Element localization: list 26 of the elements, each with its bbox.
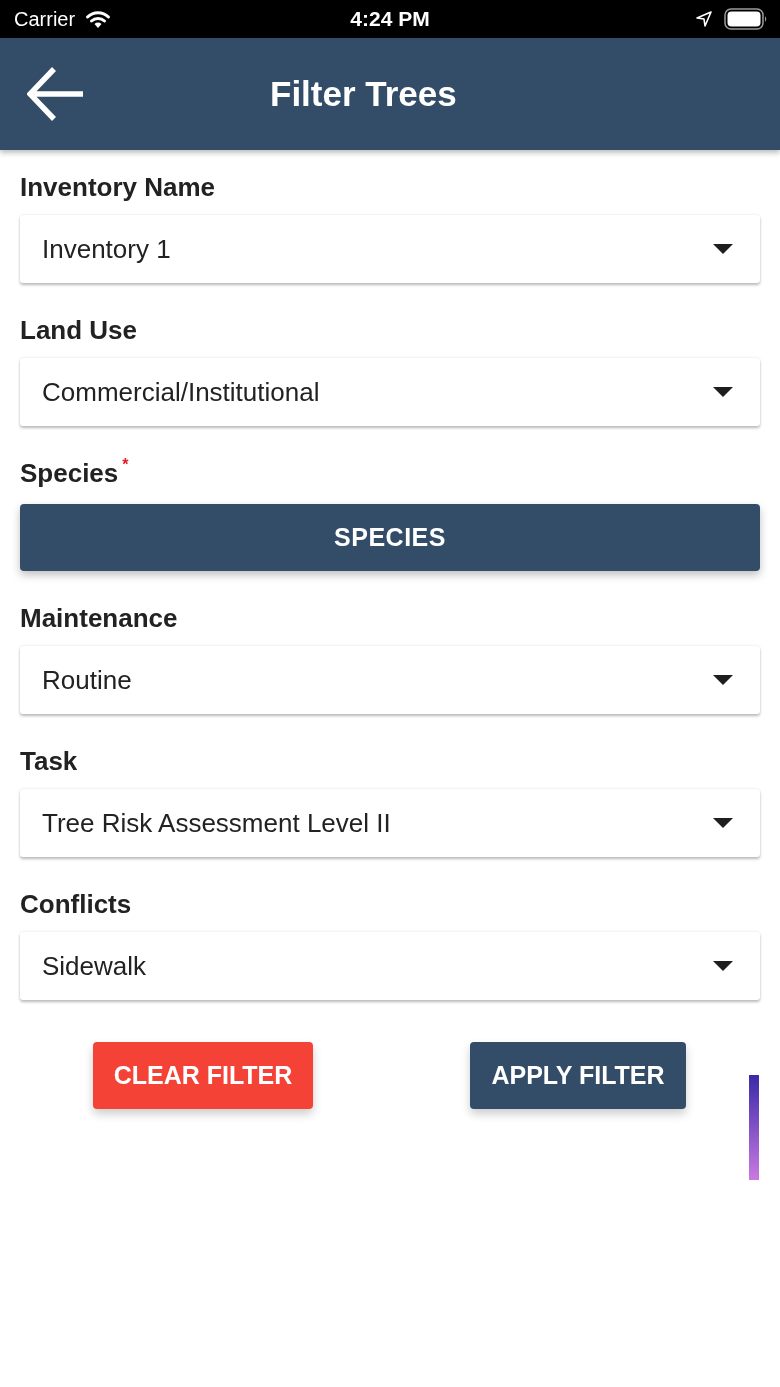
battery-icon bbox=[724, 8, 768, 30]
field-label: Task bbox=[20, 746, 78, 776]
dropdown-field[interactable]: Routine bbox=[20, 646, 760, 714]
clock-time: 4:24 PM bbox=[350, 7, 430, 31]
field-label: Land Use bbox=[20, 315, 138, 345]
dropdown-field[interactable]: Sidewalk bbox=[20, 932, 760, 1000]
back-arrow-icon[interactable] bbox=[27, 65, 85, 123]
caret-icon bbox=[713, 244, 733, 254]
species-button[interactable]: SPECIES bbox=[20, 504, 760, 571]
field-label: Inventory Name bbox=[20, 172, 216, 202]
caret-icon bbox=[713, 387, 733, 397]
caret-icon bbox=[713, 818, 733, 828]
field-label: Conflicts bbox=[20, 889, 132, 919]
caret-icon bbox=[713, 961, 733, 971]
apply-filter-button[interactable]: APPLY FILTER bbox=[470, 1042, 686, 1109]
clear-filter-button[interactable]: CLEAR FILTER bbox=[93, 1042, 313, 1109]
field-label: Species$^{*}$ bbox=[20, 458, 129, 488]
location-arrow-icon bbox=[696, 11, 712, 27]
caret-icon bbox=[713, 675, 733, 685]
dropdown-field[interactable]: Tree Risk Assessment Level II bbox=[20, 789, 760, 857]
field-label: Maintenance bbox=[20, 603, 178, 633]
carrier-name: Carrier bbox=[14, 7, 76, 31]
dropdown-field[interactable]: Inventory 1 bbox=[20, 215, 760, 283]
wifi-icon bbox=[84, 9, 113, 29]
dropdown-field[interactable]: Commercial/Institutional bbox=[20, 358, 760, 426]
screen-title: Filter Trees bbox=[270, 74, 457, 114]
